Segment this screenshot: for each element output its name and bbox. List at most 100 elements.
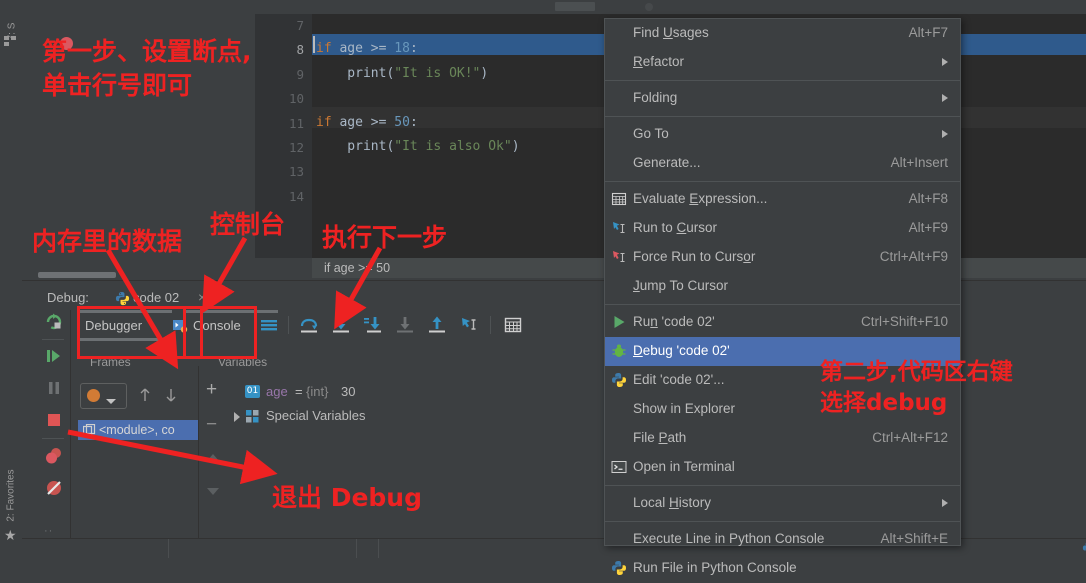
menu-item-file-path[interactable]: File Path Ctrl+Alt+F12 bbox=[605, 424, 960, 453]
frame-down-icon[interactable] bbox=[164, 387, 178, 408]
special-variables-icon bbox=[246, 410, 259, 423]
debug-action-bar: ·· bbox=[38, 310, 71, 538]
close-icon[interactable]: × bbox=[198, 289, 206, 305]
menu-item-open-in-terminal[interactable]: Open in Terminal bbox=[605, 453, 960, 482]
sidebar-item-structure[interactable]: 7: S bbox=[7, 2, 18, 62]
python-icon bbox=[115, 291, 130, 311]
menu-item-run-to-cursor[interactable]: Run to Cursor Alt+F9 bbox=[605, 214, 960, 243]
scroll-down-icon[interactable] bbox=[206, 483, 220, 501]
menu-item-refactor[interactable]: Refactor bbox=[605, 48, 960, 77]
line-number[interactable]: 7 bbox=[296, 18, 304, 33]
show-execution-point-icon[interactable] bbox=[258, 314, 280, 336]
menu-separator bbox=[605, 304, 960, 305]
editor-tab[interactable] bbox=[555, 2, 595, 11]
menu-item-jump-to-cursor[interactable]: Jump To Cursor bbox=[605, 272, 960, 301]
more-actions-icon[interactable]: ·· bbox=[44, 525, 53, 537]
code-line[interactable]: print("It is also Ok") bbox=[316, 139, 519, 154]
evaluate-expression-icon[interactable] bbox=[502, 314, 524, 336]
menu-item-execute-line-in-python-console[interactable]: Execute Line in Python Console Alt+Shift+… bbox=[605, 525, 960, 554]
line-number[interactable]: 8 bbox=[296, 42, 304, 57]
line-number[interactable]: 14 bbox=[289, 189, 304, 204]
editor-tab-bar[interactable] bbox=[255, 0, 1086, 14]
code-line[interactable]: if age >= 18: bbox=[316, 41, 418, 56]
menu-item-run-code-02[interactable]: Run 'code 02' Ctrl+Shift+F10 bbox=[605, 308, 960, 337]
line-number[interactable]: 10 bbox=[289, 91, 304, 106]
menu-item-shortcut: Alt+F9 bbox=[908, 220, 948, 235]
terminal-icon bbox=[611, 459, 627, 475]
line-number[interactable]: 12 bbox=[289, 140, 304, 155]
menu-item-shortcut: Alt+F8 bbox=[908, 191, 948, 206]
tool-window-splitter[interactable] bbox=[38, 272, 116, 278]
code-token: >= bbox=[362, 114, 395, 130]
line-number[interactable]: 11 bbox=[289, 116, 304, 131]
view-breakpoints-icon[interactable] bbox=[42, 444, 66, 468]
menu-item-evaluate-expression[interactable]: Evaluate Expression... Alt+F8 bbox=[605, 185, 960, 214]
scroll-up-icon[interactable] bbox=[206, 450, 220, 468]
force-step-into-icon[interactable] bbox=[362, 314, 384, 336]
line-number-column[interactable]: 7 8 9 10 11 12 13 14 bbox=[255, 14, 312, 258]
menu-item-show-in-explorer[interactable]: Show in Explorer bbox=[605, 395, 960, 424]
menu-item-generate[interactable]: Generate... Alt+Insert bbox=[605, 149, 960, 178]
expand-arrow-icon[interactable] bbox=[232, 410, 242, 428]
debug-icon bbox=[611, 343, 627, 359]
tab-debugger[interactable]: Debugger bbox=[85, 318, 142, 333]
menu-item-folding[interactable]: Folding bbox=[605, 84, 960, 113]
context-menu[interactable]: Find Usages Alt+F7 Refactor Folding Go To Gen… bbox=[604, 18, 961, 575]
star-icon[interactable]: ★ bbox=[4, 528, 17, 542]
step-over-icon[interactable] bbox=[298, 314, 320, 336]
mute-breakpoints-icon[interactable] bbox=[42, 476, 66, 500]
special-variables-label[interactable]: Special Variables bbox=[266, 408, 365, 423]
python-icon bbox=[611, 372, 627, 388]
menu-item-label: Folding bbox=[633, 90, 678, 105]
rerun-icon[interactable] bbox=[42, 310, 66, 334]
code-line[interactable]: print("It is OK!") bbox=[316, 66, 488, 81]
menu-item-edit-code-02[interactable]: Edit 'code 02'... bbox=[605, 366, 960, 395]
line-number[interactable]: 9 bbox=[296, 67, 304, 82]
code-token: print( bbox=[316, 65, 395, 81]
code-token: if bbox=[316, 114, 332, 130]
menu-item-run-file-in-python-console[interactable]: Run File in Python Console bbox=[605, 554, 960, 583]
resume-program-icon[interactable] bbox=[42, 344, 66, 368]
code-token: >= bbox=[362, 41, 395, 57]
frame-up-icon[interactable] bbox=[138, 387, 152, 408]
python-interpreter-icon[interactable] bbox=[1082, 541, 1086, 560]
menu-item-shortcut: Alt+Insert bbox=[890, 155, 948, 170]
menu-item-go-to[interactable]: Go To bbox=[605, 120, 960, 149]
panel-divider[interactable] bbox=[198, 366, 199, 538]
chevron-down-icon[interactable] bbox=[105, 393, 117, 411]
code-line[interactable]: if age >= 50: bbox=[316, 115, 418, 130]
run-to-cursor-icon bbox=[611, 220, 627, 236]
menu-item-find-usages[interactable]: Find Usages Alt+F7 bbox=[605, 19, 960, 48]
line-number[interactable]: 13 bbox=[289, 164, 304, 179]
tab-console[interactable]: Console bbox=[193, 318, 241, 333]
menu-item-debug-code-02[interactable]: Debug 'code 02' bbox=[605, 337, 960, 366]
thread-status-icon bbox=[87, 389, 100, 402]
variable-name[interactable]: age bbox=[266, 384, 288, 399]
editor-tab-modified-dot bbox=[645, 3, 653, 11]
run-to-cursor-icon[interactable] bbox=[458, 314, 480, 336]
code-token: print( bbox=[316, 139, 395, 154]
console-tab-underline bbox=[186, 310, 278, 313]
menu-item-shortcut: Alt+Shift+E bbox=[880, 531, 948, 546]
code-token: "It is also Ok" bbox=[394, 139, 512, 154]
menu-item-label: Run 'code 02' bbox=[633, 314, 715, 329]
menu-item-local-history[interactable]: Local History bbox=[605, 489, 960, 518]
variable-value[interactable]: 30 bbox=[341, 384, 355, 399]
remove-watch-icon[interactable]: − bbox=[206, 415, 217, 434]
structure-icon[interactable] bbox=[4, 36, 16, 46]
menu-item-label: Execute Line in Python Console bbox=[633, 531, 825, 546]
add-watch-icon[interactable]: + bbox=[206, 380, 217, 399]
frame-item-label: <module>, co bbox=[99, 423, 175, 437]
menu-item-force-run-to-cursor[interactable]: Force Run to Cursor Ctrl+Alt+F9 bbox=[605, 243, 960, 272]
chevron-right-icon bbox=[942, 130, 948, 138]
step-out-up-icon[interactable] bbox=[426, 314, 448, 336]
force-run-to-cursor-icon bbox=[611, 249, 627, 265]
breakpoint-icon[interactable] bbox=[60, 37, 73, 50]
debug-window-title: Debug: bbox=[47, 290, 89, 305]
menu-item-label: Open in Terminal bbox=[633, 459, 735, 474]
stop-program-icon[interactable] bbox=[42, 408, 66, 432]
variable-type-badge: 01 bbox=[245, 385, 260, 398]
variable-type: {int} bbox=[306, 384, 329, 399]
breadcrumb-text: if age >= 50 bbox=[324, 261, 391, 275]
step-into-icon[interactable] bbox=[330, 314, 352, 336]
